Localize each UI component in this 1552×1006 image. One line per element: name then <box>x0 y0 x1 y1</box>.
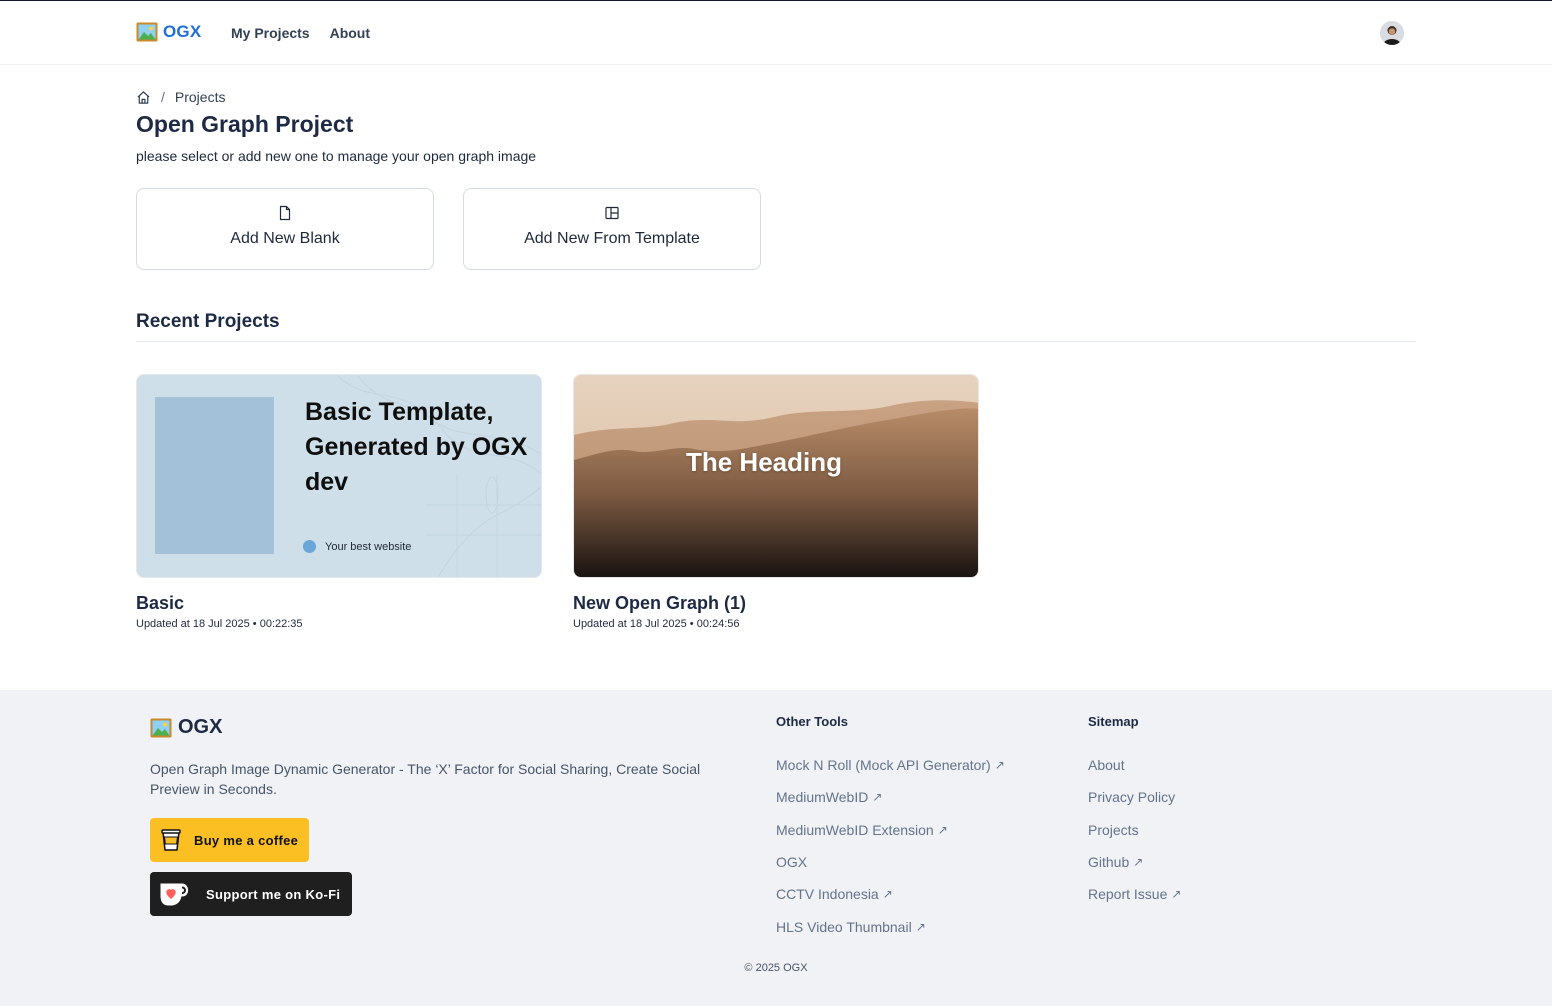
sitemap-link-github[interactable]: Github ↗ <box>1088 846 1181 878</box>
project-updated: Updated at 18 Jul 2025 • 00:22:35 <box>136 618 303 630</box>
external-link-icon: ↗ <box>937 822 948 837</box>
support-on-kofi-button[interactable]: Support me on Ko-Fi <box>150 872 352 916</box>
footer-link-label: OGX <box>776 854 808 871</box>
footer-link-mock-n-roll[interactable]: Mock N Roll (Mock API Generator) ↗ <box>776 749 1005 781</box>
footer-link-label: MediumWebID Extension <box>776 821 934 838</box>
page-title: Open Graph Project <box>136 111 354 137</box>
other-tools-column: Other Tools Mock N Roll (Mock API Genera… <box>776 714 1005 943</box>
project-name[interactable]: Basic <box>136 593 542 614</box>
user-avatar-icon <box>1380 21 1404 45</box>
main-nav: My Projects About <box>231 25 370 41</box>
home-icon[interactable] <box>136 90 151 105</box>
sitemap-link-about[interactable]: About <box>1088 749 1181 781</box>
add-new-blank-button[interactable]: Add New Blank <box>136 188 434 270</box>
footer-link-label: Github <box>1088 854 1130 871</box>
footer-link-label: HLS Video Thumbnail <box>776 918 912 935</box>
breadcrumb-current: Projects <box>174 89 226 105</box>
footer-logo-text: OGX <box>178 716 223 738</box>
logo-link[interactable]: OGX <box>136 22 201 42</box>
buy-me-a-coffee-button[interactable]: Buy me a coffee <box>150 818 309 862</box>
external-link-icon: ↗ <box>1133 855 1144 870</box>
support-on-kofi-label: Support me on Ko-Fi <box>206 886 341 902</box>
footer-link-cctv-indonesia[interactable]: CCTV Indonesia ↗ <box>776 878 1005 910</box>
project-updated: Updated at 18 Jul 2025 • 00:24:56 <box>573 618 740 630</box>
project-thumbnail[interactable]: The Heading <box>573 374 979 578</box>
buy-me-a-coffee-label: Buy me a coffee <box>194 832 299 848</box>
external-link-icon: ↗ <box>1171 887 1182 902</box>
picture-icon <box>150 718 172 737</box>
file-icon <box>279 205 291 221</box>
thumbnail-site-text: Your best website <box>325 541 412 553</box>
project-thumbnail[interactable]: Basic Template, Generated by OGX dev You… <box>136 374 542 578</box>
footer-link-label: Projects <box>1088 821 1139 838</box>
footer-link-mediumwebid-extension[interactable]: MediumWebID Extension ↗ <box>776 814 1005 846</box>
template-layout-icon <box>605 206 619 220</box>
project-card-basic[interactable]: Basic Template, Generated by OGX dev You… <box>136 374 542 630</box>
picture-icon <box>136 22 158 42</box>
footer-link-label: Mock N Roll (Mock API Generator) <box>776 757 991 774</box>
recent-projects-title: Recent Projects <box>136 311 280 332</box>
thumbnail-heading: The Heading <box>685 447 842 477</box>
thumbnail-site-dot <box>303 540 316 553</box>
thumbnail-image-placeholder <box>155 397 274 554</box>
external-link-icon: ↗ <box>915 919 926 934</box>
avatar[interactable] <box>1380 21 1404 45</box>
sitemap-title: Sitemap <box>1088 714 1139 729</box>
add-new-from-template-label: Add New From Template <box>524 230 700 247</box>
sitemap-link-privacy-policy[interactable]: Privacy Policy <box>1088 781 1181 813</box>
sitemap-link-report-issue[interactable]: Report Issue ↗ <box>1088 878 1181 910</box>
footer-link-label: MediumWebID <box>776 789 869 806</box>
nav-my-projects[interactable]: My Projects <box>231 25 310 41</box>
footer-link-label: CCTV Indonesia <box>776 886 879 903</box>
footer-link-hls-video-thumbnail[interactable]: HLS Video Thumbnail ↗ <box>776 910 1005 942</box>
project-name[interactable]: New Open Graph (1) <box>573 593 979 614</box>
footer-link-label: Privacy Policy <box>1088 789 1176 806</box>
breadcrumb-separator: / <box>161 89 165 105</box>
external-link-icon: ↗ <box>872 790 883 805</box>
footer-link-mediumwebid[interactable]: MediumWebID ↗ <box>776 781 1005 813</box>
nav-about[interactable]: About <box>330 25 370 41</box>
logo-text: OGX <box>163 22 202 41</box>
sitemap-link-projects[interactable]: Projects <box>1088 814 1181 846</box>
sitemap-column: Sitemap About Privacy Policy Projects Gi… <box>1088 714 1181 910</box>
footer-link-ogx[interactable]: OGX <box>776 846 1005 878</box>
site-header: OGX My Projects About <box>0 1 1552 65</box>
thumbnail-title: Basic Template, Generated by OGX dev <box>305 398 528 496</box>
site-footer: OGX Open Graph Image Dynamic Generator -… <box>0 690 1552 1006</box>
footer-link-label: Report Issue <box>1088 886 1168 903</box>
footer-link-label: About <box>1088 757 1125 774</box>
kofi-cup-icon <box>160 883 189 906</box>
page-subtitle: please select or add new one to manage y… <box>136 148 537 164</box>
add-new-blank-label: Add New Blank <box>230 230 340 247</box>
external-link-icon: ↗ <box>882 887 893 902</box>
coffee-cup-icon <box>161 829 181 851</box>
footer-description: Open Graph Image Dynamic Generator - The… <box>150 761 701 797</box>
add-new-from-template-button[interactable]: Add New From Template <box>463 188 761 270</box>
copyright: © 2025 OGX <box>744 962 808 974</box>
breadcrumb: / Projects <box>136 89 225 105</box>
section-divider <box>136 341 1416 342</box>
other-tools-title: Other Tools <box>776 714 848 729</box>
footer-logo[interactable]: OGX <box>150 716 222 739</box>
project-card-new-open-graph[interactable]: The Heading New Open Graph (1) Updated a… <box>573 374 979 630</box>
external-link-icon: ↗ <box>994 758 1005 773</box>
